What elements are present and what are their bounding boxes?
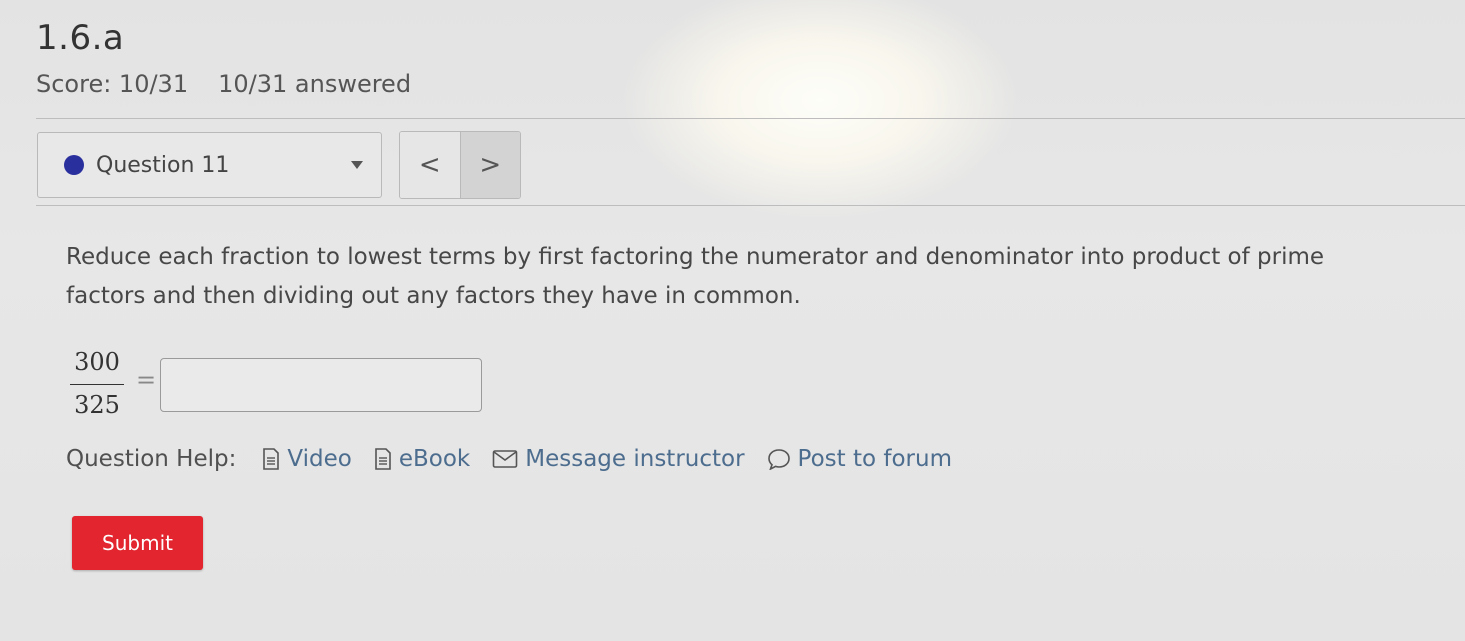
fraction: 300 325	[70, 348, 124, 423]
document-icon	[263, 448, 280, 470]
screen-glare	[620, 0, 1020, 220]
question-nav-group: < >	[399, 131, 521, 199]
message-instructor-label: Message instructor	[525, 446, 745, 472]
question-help-label: Question Help:	[66, 446, 237, 472]
divider-top	[36, 118, 1465, 119]
question-status-dot	[64, 155, 84, 175]
ebook-link-label: eBook	[398, 446, 471, 472]
ebook-link[interactable]: eBook	[374, 446, 470, 472]
fraction-bar	[70, 384, 124, 385]
previous-question-button[interactable]: <	[400, 132, 460, 198]
answered-text: 10/31 answered	[218, 70, 412, 98]
question-prompt: Reduce each fraction to lowest terms by …	[66, 244, 1325, 309]
question-help-row: Question Help: Video eBook Message instr…	[66, 446, 974, 472]
speech-bubble-icon	[767, 449, 790, 470]
document-icon	[375, 448, 391, 470]
score-text: Score: 10/31	[36, 70, 189, 98]
next-question-button[interactable]: >	[459, 132, 520, 198]
post-to-forum-link[interactable]: Post to forum	[767, 446, 952, 472]
divider-bottom	[36, 205, 1465, 206]
fraction-denominator: 325	[74, 391, 120, 419]
assessment-page: 1.6.a Score: 10/31 10/31 answered Questi…	[0, 0, 1465, 641]
video-link-label: Video	[287, 446, 352, 472]
fraction-numerator: 300	[74, 348, 120, 376]
answer-input[interactable]	[160, 358, 482, 412]
chevron-right-icon: >	[479, 150, 502, 180]
equals-sign: =	[136, 366, 157, 394]
score-row: Score: 10/31 10/31 answered	[36, 70, 411, 98]
caret-down-icon	[351, 161, 363, 169]
question-dropdown-label: Question 11	[96, 152, 230, 178]
message-instructor-link[interactable]: Message instructor	[492, 446, 745, 472]
envelope-icon	[492, 450, 518, 468]
question-dropdown[interactable]: Question 11	[37, 132, 382, 198]
video-link[interactable]: Video	[262, 446, 352, 472]
submit-button[interactable]: Submit	[72, 516, 203, 570]
chevron-left-icon: <	[418, 150, 441, 180]
assignment-title: 1.6.a	[36, 18, 125, 58]
post-to-forum-label: Post to forum	[797, 446, 952, 472]
